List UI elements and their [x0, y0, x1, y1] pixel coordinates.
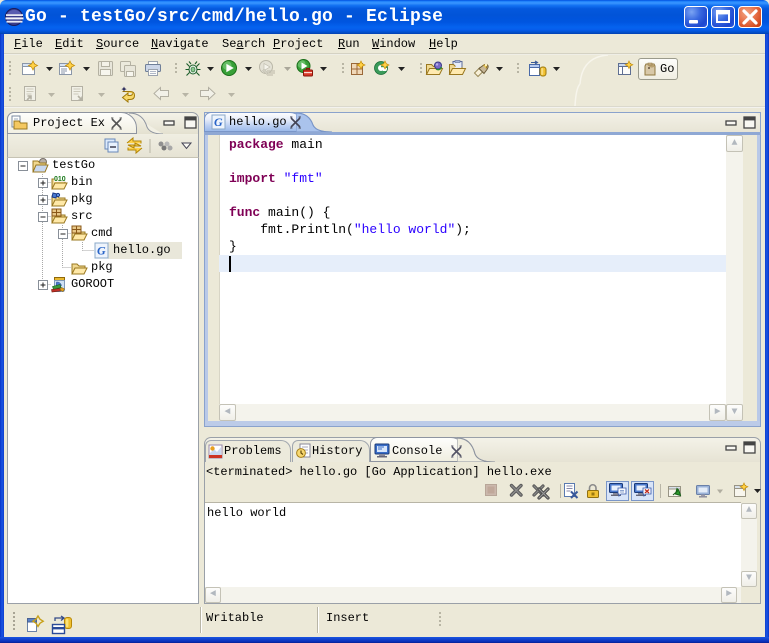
- svg-text:G: G: [97, 244, 106, 258]
- svg-text:G: G: [214, 115, 223, 129]
- svg-text:010: 010: [54, 176, 66, 183]
